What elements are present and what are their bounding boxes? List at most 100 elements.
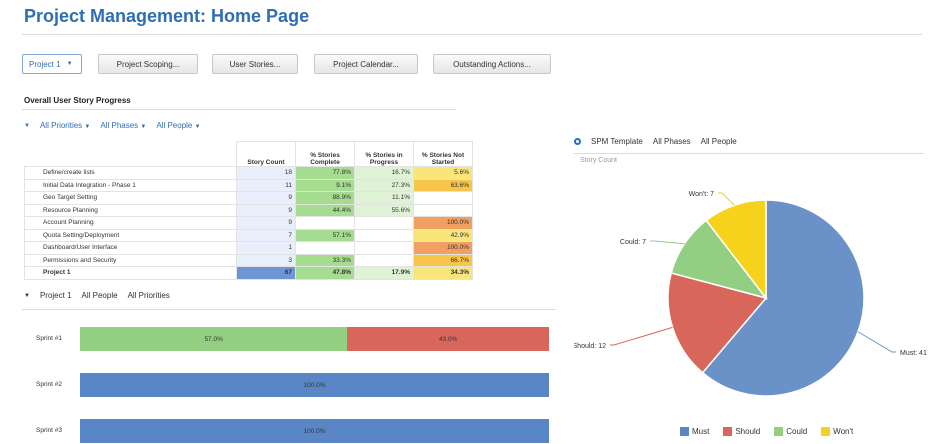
- pie-subtitle: Story Count: [580, 157, 617, 164]
- cell-label: Resource Planning: [24, 203, 237, 217]
- filter-people[interactable]: All People ▼: [156, 121, 200, 130]
- cell-complete: 9.1%: [295, 178, 355, 192]
- collapse-icon[interactable]: ▼: [24, 123, 30, 129]
- cell-label: Permissions and Security: [24, 253, 237, 267]
- pie-data-label: Could: 7: [620, 239, 646, 246]
- cell-complete: 33.3%: [295, 253, 355, 267]
- cell-progress: [354, 216, 414, 230]
- cell-progress: [354, 253, 414, 267]
- table-total-row: Project 1 67 47.8% 17.9% 34.3%: [24, 266, 473, 280]
- chevron-down-icon: ▼: [66, 61, 73, 67]
- col-not-started: % Stories Not Started: [413, 141, 473, 167]
- table-row: Permissions and Security 3 33.3% 66.7%: [24, 253, 473, 267]
- project-scoping-button[interactable]: Project Scoping...: [98, 54, 198, 74]
- cell-progress: [354, 241, 414, 255]
- header-divider: [22, 34, 922, 35]
- collapse-icon[interactable]: ▼: [24, 293, 30, 299]
- filter-priorities[interactable]: All Priorities ▼: [40, 121, 90, 130]
- pie-data-label: Must: 41: [900, 350, 927, 357]
- pie-filter-template[interactable]: SPM Template: [591, 137, 643, 146]
- cell-complete: 47.8%: [295, 266, 355, 280]
- cell-progress: 17.9%: [354, 266, 414, 280]
- sprint-filter-project[interactable]: Project 1: [40, 291, 72, 300]
- legend-wont: Won't: [821, 427, 853, 437]
- sprint-bar: 100.0%: [80, 419, 549, 443]
- cell-complete: 57.1%: [295, 228, 355, 242]
- pie-filter-people[interactable]: All People: [701, 137, 737, 146]
- progress-filters: ▼ All Priorities ▼ All Phases ▼ All Peop…: [24, 121, 201, 130]
- table-row: Resource Planning 9 44.4% 55.6%: [24, 203, 473, 217]
- cell-count: 18: [236, 166, 296, 180]
- table-row: Dashboard/User Interface 1 100.0%: [24, 241, 473, 255]
- sprint-label: Sprint #2: [36, 381, 63, 388]
- cell-label: Dashboard/User Interface: [24, 241, 237, 255]
- sprint-bar-segment: 100.0%: [80, 373, 549, 397]
- pie-divider: [574, 153, 924, 154]
- cell-not-started: 34.3%: [413, 266, 473, 280]
- pie-leader-line: [857, 331, 896, 353]
- pie-leader-line: [718, 192, 735, 206]
- pie-filter-phases[interactable]: All Phases: [653, 137, 691, 146]
- pie-filters: SPM Template All Phases All People: [574, 137, 737, 146]
- cell-progress: 16.7%: [354, 166, 414, 180]
- cell-count: 1: [236, 241, 296, 255]
- cell-not-started: 100.0%: [413, 241, 473, 255]
- col-in-progress: % Stories in Progress: [354, 141, 414, 167]
- outstanding-actions-button[interactable]: Outstanding Actions...: [433, 54, 551, 74]
- cell-progress: 27.3%: [354, 178, 414, 192]
- sprint-bar-segment: 43.0%: [347, 327, 549, 351]
- sprint-bar: 100.0%: [80, 373, 549, 397]
- sprint-label: Sprint #3: [36, 427, 63, 434]
- cell-complete: [295, 216, 355, 230]
- cell-not-started: 66.7%: [413, 253, 473, 267]
- cell-not-started: 42.9%: [413, 228, 473, 242]
- cell-label: Initial Data Integration - Phase 1: [24, 178, 237, 192]
- cell-count: 9: [236, 216, 296, 230]
- sprint-bar: 57.0% 43.0%: [80, 327, 549, 351]
- cell-complete: 77.8%: [295, 166, 355, 180]
- cell-not-started: 63.6%: [413, 178, 473, 192]
- legend-could: Could: [774, 427, 807, 437]
- cell-progress: 11.1%: [354, 191, 414, 205]
- page-title: Project Management: Home Page: [24, 6, 310, 26]
- cell-count: 7: [236, 228, 296, 242]
- col-complete: % Stories Complete: [295, 141, 355, 167]
- pie-chart: Must: 41 Should: 12 Could: 7 Won't: 7: [574, 191, 927, 397]
- pie-leader-line: [650, 240, 685, 245]
- table-row: Quota Setting/Deployment 7 57.1% 42.9%: [24, 228, 473, 242]
- pie-data-label: Should: 12: [574, 343, 606, 350]
- progress-divider: [22, 109, 456, 110]
- cell-label: Define/create lists: [24, 166, 237, 180]
- cell-count: 11: [236, 178, 296, 192]
- project-calendar-button[interactable]: Project Calendar...: [314, 54, 418, 74]
- sprint-filter-people[interactable]: All People: [82, 291, 118, 300]
- sprint-divider: [22, 309, 556, 310]
- table-row: Account Planning 9 100.0%: [24, 216, 473, 230]
- cell-label: Quota Setting/Deployment: [24, 228, 237, 242]
- cell-not-started: [413, 191, 473, 205]
- legend-should: Should: [723, 427, 760, 437]
- project-select-label: Project 1: [29, 59, 61, 69]
- cell-complete: 88.9%: [295, 191, 355, 205]
- user-stories-button[interactable]: User Stories...: [212, 54, 298, 74]
- filter-phases[interactable]: All Phases ▼: [100, 121, 146, 130]
- cell-progress: 55.6%: [354, 203, 414, 217]
- sprint-filter-priorities[interactable]: All Priorities: [128, 291, 170, 300]
- table-row: Initial Data Integration - Phase 1 11 9.1%…: [24, 178, 473, 192]
- sprint-bar-segment: 57.0%: [80, 327, 348, 351]
- progress-section-title: Overall User Story Progress: [24, 96, 131, 105]
- table-header-row: Story Count % Stories Complete % Stories…: [24, 141, 473, 167]
- cell-not-started: [413, 203, 473, 217]
- project-select[interactable]: Project 1 ▼: [22, 54, 82, 74]
- cell-not-started: 5.6%: [413, 166, 473, 180]
- cell-count: 9: [236, 203, 296, 217]
- cell-progress: [354, 228, 414, 242]
- cell-label: Account Planning: [24, 216, 237, 230]
- radio-icon[interactable]: [574, 138, 581, 145]
- pie-data-label: Won't: 7: [689, 191, 714, 198]
- pie-leader-line: [610, 326, 673, 346]
- cell-complete: [295, 241, 355, 255]
- cell-not-started: 100.0%: [413, 216, 473, 230]
- legend-must: Must: [680, 427, 709, 437]
- progress-table: Story Count % Stories Complete % Stories…: [24, 141, 473, 280]
